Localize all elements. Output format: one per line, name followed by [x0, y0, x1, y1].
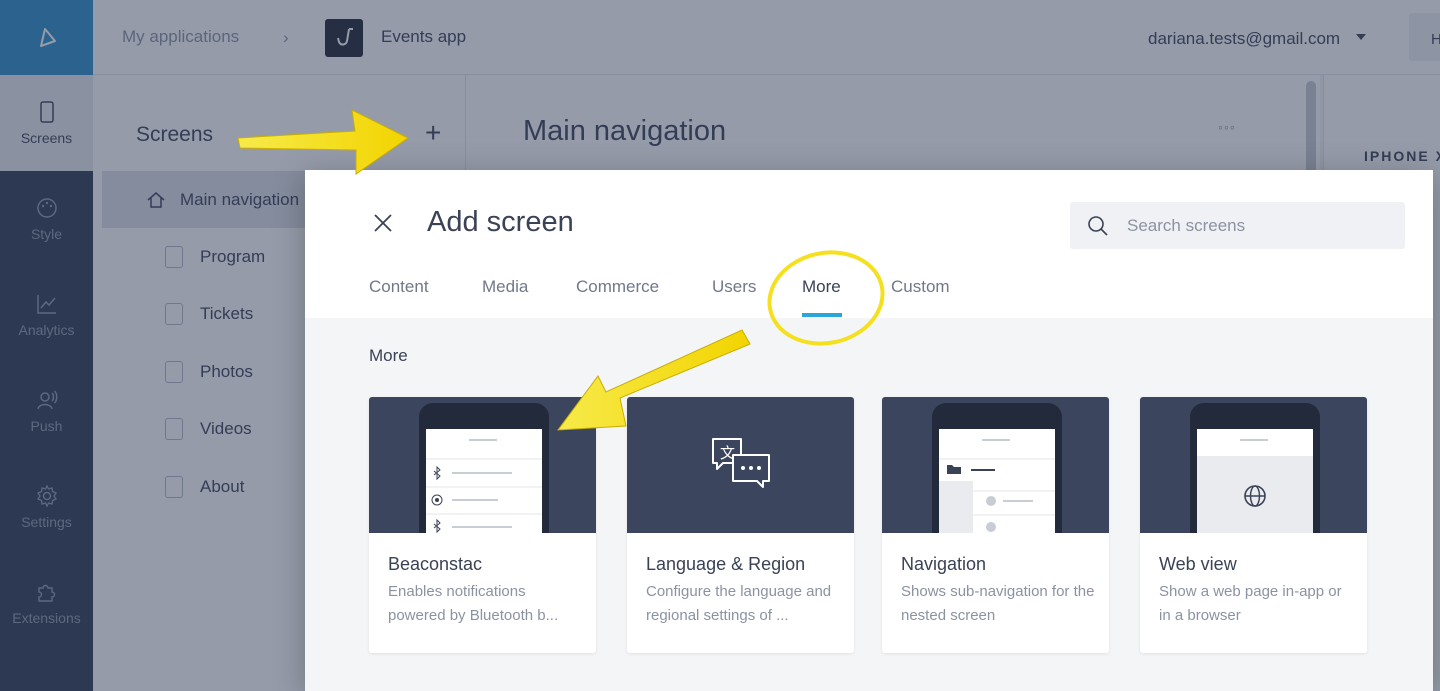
- active-tab-indicator: [802, 313, 842, 317]
- card-image: [369, 397, 596, 533]
- tab-more[interactable]: More: [802, 277, 841, 297]
- search-input[interactable]: [1127, 202, 1397, 249]
- tab-users[interactable]: Users: [712, 277, 756, 297]
- card-description: Shows sub-navigation for the nested scre…: [901, 583, 1095, 624]
- card-image: [882, 397, 1109, 533]
- phone-screen: [426, 429, 542, 533]
- card-description: Show a web page in-app or in a browser: [1159, 583, 1342, 624]
- close-icon[interactable]: [372, 212, 394, 234]
- add-screen-modal: Add screen Content Media Commerce Users …: [305, 170, 1433, 691]
- phone-illustration: [1190, 403, 1320, 533]
- phone-illustration: [419, 403, 549, 533]
- folder-icon: [939, 458, 1055, 533]
- card-title: Web view: [1159, 554, 1237, 574]
- phone-screen: [1197, 429, 1313, 533]
- modal-title: Add screen: [427, 206, 574, 238]
- card-title: Navigation: [901, 554, 987, 574]
- bluetooth-icon: [426, 458, 542, 533]
- card-description: Configure the language and regional sett…: [646, 583, 832, 624]
- phone-screen: [939, 429, 1055, 533]
- tab-content[interactable]: Content: [369, 277, 429, 297]
- search-box: [1070, 202, 1405, 249]
- card-navigation[interactable]: Navigation Shows sub-navigation for the …: [882, 397, 1109, 653]
- tab-commerce[interactable]: Commerce: [576, 277, 659, 297]
- modal-header: Add screen Content Media Commerce Users …: [305, 170, 1433, 318]
- globe-icon: [1197, 456, 1313, 533]
- tab-media[interactable]: Media: [482, 277, 528, 297]
- card-title: Language & Region: [646, 554, 806, 574]
- phone-illustration: [932, 403, 1062, 533]
- search-icon: [1088, 216, 1108, 236]
- card-web-view[interactable]: Web view Show a web page in-app or in a …: [1140, 397, 1367, 653]
- card-title: Beaconstac: [388, 554, 483, 574]
- section-title: More: [369, 346, 408, 365]
- card-description: Enables notifications powered by Bluetoo…: [388, 583, 559, 624]
- card-image: 文: [627, 397, 854, 533]
- tab-custom[interactable]: Custom: [891, 277, 950, 297]
- card-beaconstac[interactable]: Beaconstac Enables notifications powered…: [369, 397, 596, 653]
- card-image: [1140, 397, 1367, 533]
- translate-icon: 文: [712, 438, 770, 488]
- card-language-region[interactable]: 文 Language & Region Configure the langua…: [627, 397, 854, 653]
